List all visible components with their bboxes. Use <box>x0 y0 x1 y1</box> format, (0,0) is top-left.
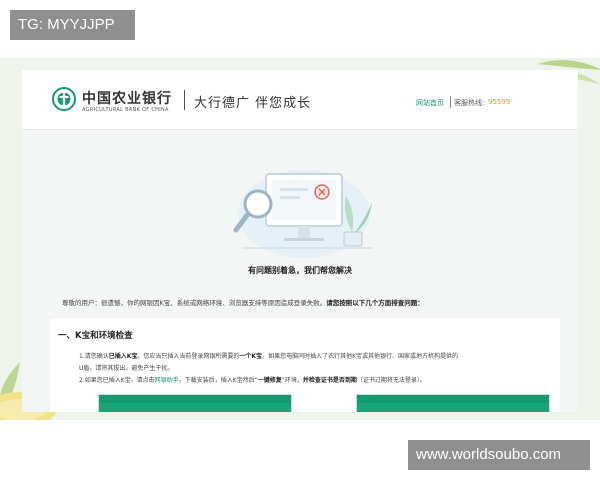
step1-bold: 一个K宝 <box>239 353 263 360</box>
header-divider <box>184 90 185 110</box>
step1-bold: 已插入K宝 <box>108 353 138 360</box>
netbank-assistant-link[interactable]: 网银助手 <box>155 377 179 384</box>
step2-text: 2.如果您已插入K宝，请点击 <box>79 377 155 384</box>
thumb-titlebar <box>357 395 549 403</box>
intro-bold: 请您按照以下几个方面排查问题： <box>326 299 424 307</box>
header-separator <box>450 96 451 108</box>
screenshot-stage: 中国农业银行 AGRICULTURAL BANK OF CHINA 大行德广 伴… <box>0 0 600 480</box>
section-title: 一、K宝和环境检查 <box>58 331 133 341</box>
assistant-screenshot-right <box>356 394 550 412</box>
step-1-line-1: 1.请您确认已插入K宝。您应当只插入当前登录网银所需要的一个K宝。如果您电脑同时… <box>79 351 458 360</box>
step1-text: 。您应当只插入当前登录网银所需要的 <box>137 353 240 360</box>
thumb-body <box>357 403 549 412</box>
bank-name-en: AGRICULTURAL BANK OF CHINA <box>82 107 169 113</box>
tg-overlay-tag: TG: MYYJJPP <box>10 10 135 40</box>
home-link[interactable]: 网站首页 <box>416 98 444 108</box>
step2-text: （证书过期将无法登录）。 <box>356 377 426 384</box>
thumb-body <box>99 403 291 412</box>
hotline-number: 95599 <box>488 98 511 106</box>
error-illustration-icon <box>233 170 372 258</box>
bank-error-page: 中国农业银行 AGRICULTURAL BANK OF CHINA 大行德广 伴… <box>22 70 578 412</box>
step-1-line-2: U盾，请将其拔出，避免产生干扰。 <box>79 365 174 372</box>
hotline-label: 客服热线: <box>454 99 485 107</box>
page-header: 中国农业银行 AGRICULTURAL BANK OF CHINA 大行德广 伴… <box>22 70 578 130</box>
step2-bold: 并检查证书是否到期 <box>302 377 357 384</box>
intro-paragraph: 尊敬的用户：很遗憾，你的网银因K宝、系统或网络环境、浏览器支持等原因造成登录失败… <box>62 297 562 307</box>
kbao-environment-section: 一、K宝和环境检查 1.请您确认已插入K宝。您应当只插入当前登录网银所需要的一个… <box>50 318 560 412</box>
bank-slogan: 大行德广 伴您成长 <box>194 96 312 111</box>
bank-name-cn: 中国农业银行 <box>82 91 172 107</box>
intro-text: 尊敬的用户：很遗憾，你的网银因K宝、系统或网络环境、浏览器支持等原因造成登录失败… <box>62 299 327 307</box>
step2-text: ，下载安装后，插入K宝然后“ <box>178 377 258 384</box>
step2-bold: 一键修复 <box>257 377 282 384</box>
photo-background: 中国农业银行 AGRICULTURAL BANK OF CHINA 大行德广 伴… <box>0 58 600 420</box>
abc-logo-icon <box>52 87 76 111</box>
site-watermark: www.worldsoubo.com <box>408 440 590 470</box>
step2-text: ”环境， <box>281 377 303 384</box>
thumb-titlebar <box>99 395 291 403</box>
step1-text: 1.请您确认 <box>79 353 109 360</box>
step-2-line: 2.如果您已插入K宝，请点击网银助手，下载安装后，插入K宝然后“一键修复”环境，… <box>79 375 426 384</box>
sorry-message: 有问题别着急，我们帮您解决 <box>248 266 352 275</box>
assistant-screenshot-left <box>98 394 292 412</box>
step1-text: 。如果您电脑同时插入了农行其他K宝或其他银行、国家或地方机构提供的 <box>262 353 458 360</box>
